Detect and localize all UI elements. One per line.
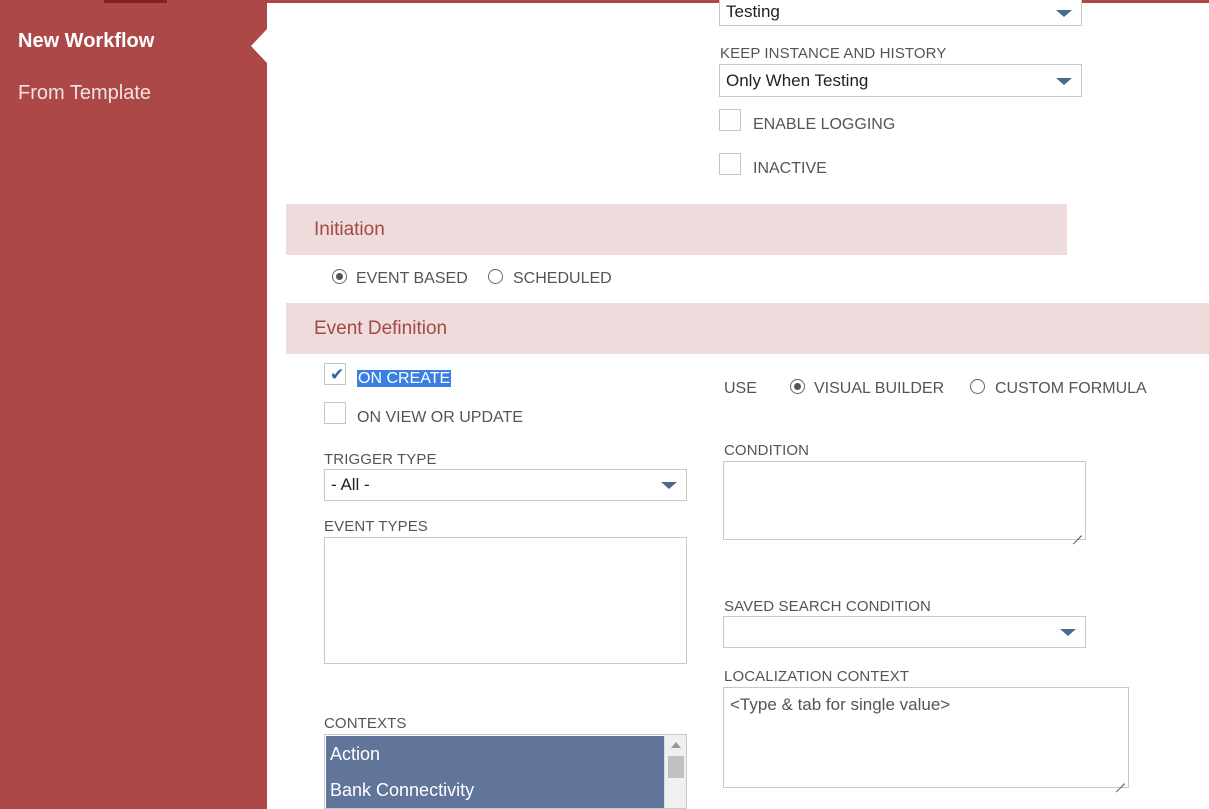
use-label: USE (724, 380, 757, 397)
chevron-down-icon (661, 482, 677, 489)
condition-textarea[interactable] (723, 461, 1086, 540)
scheduled-radio[interactable] (488, 269, 503, 284)
custom-formula-radio[interactable] (970, 379, 985, 394)
trigger-type-label: TRIGGER TYPE (324, 451, 437, 468)
sidebar-item-from-template[interactable]: From Template (18, 82, 151, 105)
chevron-down-icon (1056, 10, 1072, 17)
contexts-label: CONTEXTS (324, 715, 407, 732)
scroll-thumb[interactable] (668, 756, 684, 778)
list-item[interactable]: Bank Connectivity (326, 772, 665, 808)
visual-builder-radio[interactable] (790, 379, 805, 394)
chevron-down-icon (1060, 629, 1076, 636)
sidebar-item-new-workflow[interactable]: New Workflow (18, 30, 154, 53)
enable-logging-label: ENABLE LOGGING (753, 116, 896, 133)
event-types-listbox[interactable] (324, 537, 687, 664)
localization-context-input[interactable]: <Type & tab for single value> (723, 687, 1129, 788)
scheduled-label: SCHEDULED (513, 270, 612, 287)
inactive-checkbox[interactable] (719, 153, 741, 175)
trigger-type-select[interactable]: - All - (324, 469, 687, 501)
keep-instance-select[interactable]: Only When Testing (719, 64, 1082, 97)
saved-search-condition-label: SAVED SEARCH CONDITION (724, 598, 931, 615)
keep-instance-label: KEEP INSTANCE AND HISTORY (720, 45, 947, 62)
initiation-title: Initiation (314, 218, 385, 240)
list-item[interactable]: Action (326, 736, 665, 772)
active-item-notch (251, 29, 267, 63)
condition-label: CONDITION (724, 442, 810, 459)
event-types-label: EVENT TYPES (324, 518, 428, 535)
inactive-label: INACTIVE (753, 160, 827, 177)
on-create-label: ON CREATE (357, 370, 452, 387)
resize-handle-icon[interactable] (1116, 775, 1125, 784)
scroll-up-icon[interactable] (671, 742, 681, 748)
on-view-update-checkbox[interactable] (324, 402, 346, 424)
release-status-select[interactable]: Testing (719, 0, 1082, 26)
sidebar: New Workflow From Template (0, 0, 267, 809)
sidebar-top-indicator (104, 0, 167, 3)
release-status-value: Testing (726, 2, 780, 22)
initiation-section-header: Initiation (286, 204, 1067, 255)
event-definition-title: Event Definition (314, 317, 448, 339)
contexts-scrollbar[interactable] (664, 735, 686, 808)
on-create-checkbox[interactable]: ✔ (324, 363, 346, 385)
chevron-down-icon (1056, 77, 1072, 85)
event-based-label: EVENT BASED (356, 270, 468, 287)
localization-context-label: LOCALIZATION CONTEXT (724, 668, 910, 685)
checkmark-icon: ✔ (330, 365, 345, 384)
localization-context-placeholder: <Type & tab for single value> (730, 695, 951, 714)
on-view-update-label: ON VIEW OR UPDATE (357, 409, 523, 426)
trigger-type-value: - All - (331, 475, 370, 494)
enable-logging-checkbox[interactable] (719, 109, 741, 131)
event-based-radio[interactable] (332, 269, 347, 284)
event-definition-section-header: Event Definition (286, 303, 1209, 354)
contexts-multiselect[interactable]: Action Bank Connectivity (324, 734, 687, 809)
custom-formula-label: CUSTOM FORMULA (995, 380, 1147, 397)
resize-handle-icon[interactable] (1073, 527, 1082, 536)
keep-instance-value: Only When Testing (726, 70, 869, 90)
visual-builder-label: VISUAL BUILDER (814, 380, 945, 397)
saved-search-condition-select[interactable] (723, 616, 1086, 648)
